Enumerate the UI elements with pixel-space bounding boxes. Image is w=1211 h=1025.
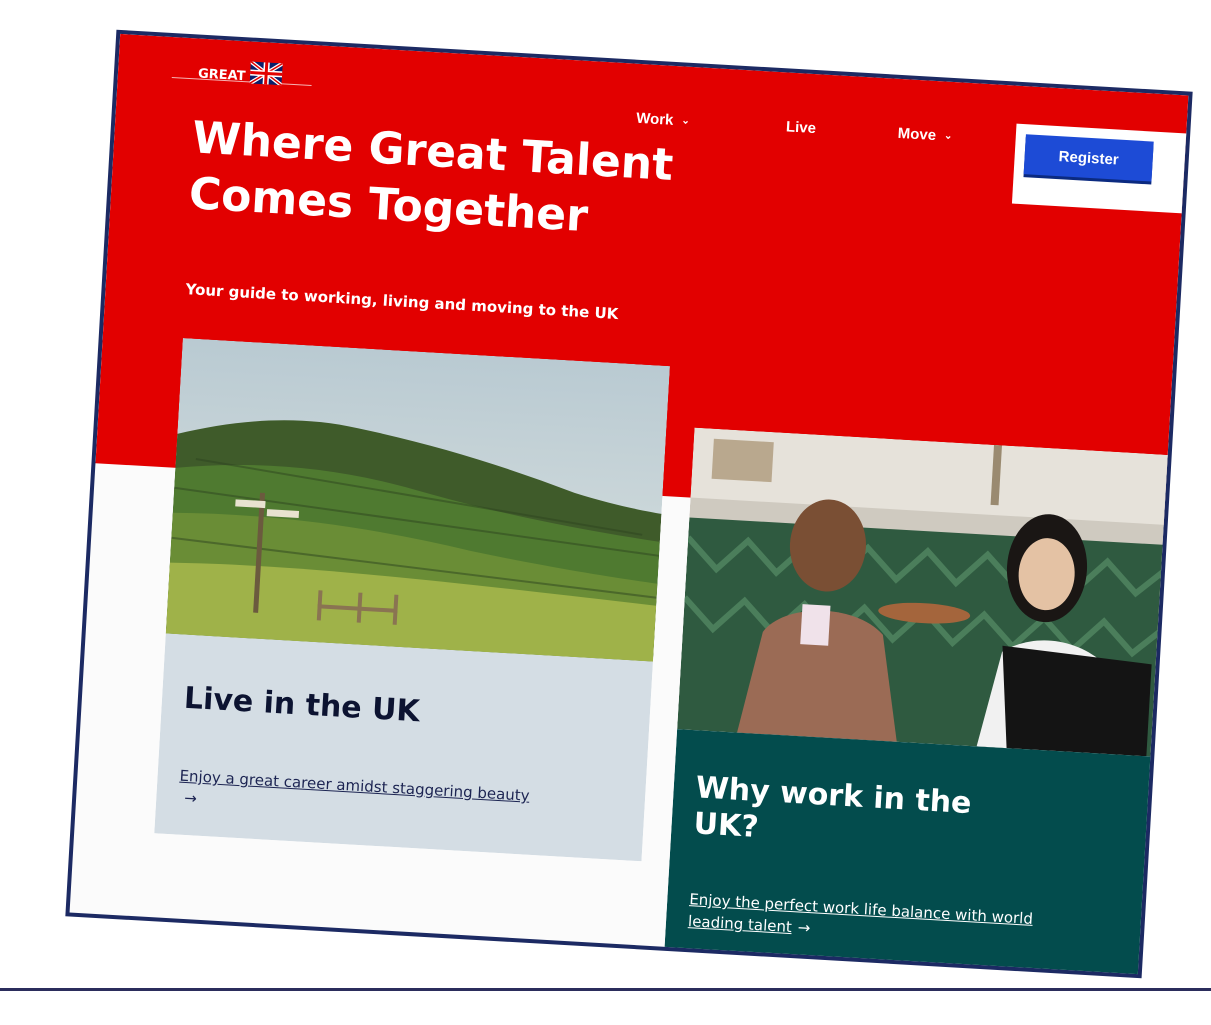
website-screenshot-frame: GREAT Work ⌄ Live Move ⌄ Where Great Tal… bbox=[65, 29, 1193, 979]
chevron-down-icon: ⌄ bbox=[943, 130, 953, 142]
union-jack-flag-icon bbox=[249, 61, 283, 86]
live-card-link-text: Enjoy a great career amidst staggering b… bbox=[179, 766, 531, 805]
nav-item-work-label: Work bbox=[635, 109, 674, 129]
register-container: Register bbox=[1011, 123, 1193, 214]
arrow-right-icon: → bbox=[797, 918, 811, 938]
hero-subtitle: Your guide to working, living and moving… bbox=[185, 280, 619, 324]
register-button[interactable]: Register bbox=[1023, 134, 1154, 182]
live-in-uk-card[interactable]: Live in the UK Enjoy a great career amid… bbox=[154, 338, 671, 862]
arrow-right-icon: → bbox=[183, 788, 198, 808]
chevron-down-icon: ⌄ bbox=[681, 115, 691, 127]
page-divider-line bbox=[0, 988, 1211, 991]
live-card-body: Live in the UK Enjoy a great career amid… bbox=[154, 633, 653, 862]
work-card-link[interactable]: Enjoy the perfect work life balance with… bbox=[687, 888, 1049, 953]
work-card-link-text: Enjoy the perfect work life balance with… bbox=[687, 890, 1034, 937]
nav-item-move-label: Move bbox=[897, 124, 937, 145]
nav-item-live[interactable]: Live bbox=[785, 118, 816, 137]
office-meeting-photo bbox=[677, 427, 1178, 758]
countryside-photo bbox=[165, 338, 671, 662]
nav-item-work[interactable]: Work ⌄ bbox=[636, 110, 691, 130]
work-card-title: Why work in the UK? bbox=[692, 770, 973, 845]
great-britain-logo[interactable]: GREAT bbox=[171, 56, 313, 113]
live-card-title: Live in the UK bbox=[183, 680, 421, 730]
nav-item-move[interactable]: Move ⌄ bbox=[897, 125, 953, 145]
nav-item-live-label: Live bbox=[785, 118, 817, 138]
live-card-link[interactable]: Enjoy a great career amidst staggering b… bbox=[178, 765, 540, 830]
logo-wordmark: GREAT bbox=[197, 66, 246, 85]
why-work-in-uk-card[interactable]: Why work in the UK? Enjoy the perfect wo… bbox=[663, 427, 1178, 979]
work-card-body: Why work in the UK? Enjoy the perfect wo… bbox=[663, 729, 1161, 979]
